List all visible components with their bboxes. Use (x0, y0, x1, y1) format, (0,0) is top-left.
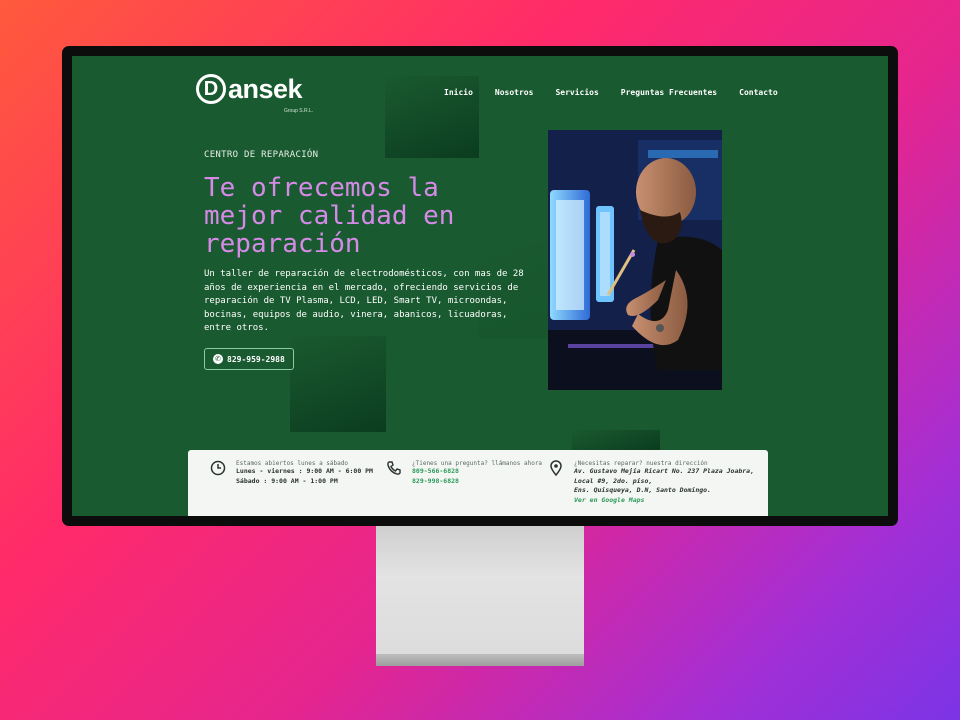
decor-tile (290, 336, 386, 432)
nav-item-preguntas[interactable]: Preguntas Frecuentes (621, 88, 717, 97)
hero-eyebrow: CENTRO DE REPARACIÓN (204, 150, 319, 160)
whatsapp-call-label: 829-959-2988 (227, 354, 285, 364)
hours-weekdays: Lunes - viernes : 9:00 AM - 6:00 PM (236, 467, 373, 475)
address-block: ¿Necesitas reparar? nuestra dirección Av… (548, 460, 754, 505)
nav-item-contacto[interactable]: Contacto (739, 88, 778, 97)
hero-headline: Te ofrecemos la mejor calidad en reparac… (204, 173, 455, 259)
clock-icon (210, 460, 228, 486)
address-line-2: Local #9, 2do. piso, (574, 476, 653, 485)
contact-block: ¿Tienes una pregunta? llámanos ahora 809… (386, 460, 542, 486)
nav-item-inicio[interactable]: Inicio (444, 88, 473, 97)
hero-description: Un taller de reparación de electrodomést… (204, 269, 524, 333)
whatsapp-call-button[interactable]: ✆ 829-959-2988 (204, 348, 294, 370)
hours-saturday: Sábado : 9:00 AM - 1:00 PM (236, 476, 338, 485)
monitor-frame: D ansek Group S.R.L. Inicio Nosotros Ser… (62, 46, 898, 526)
map-pin-icon (548, 460, 566, 505)
logo-mark: D (196, 74, 226, 104)
logo-subtitle: Group S.R.L. (284, 108, 314, 114)
decor-tile (572, 430, 660, 450)
monitor-stand (376, 526, 584, 654)
technician-photo (548, 130, 722, 390)
address-title: ¿Necesitas reparar? nuestra dirección (574, 460, 708, 467)
hours-block: Estamos abiertos lunes a sábado Lunes - … (210, 460, 373, 486)
website-screen: D ansek Group S.R.L. Inicio Nosotros Ser… (72, 56, 888, 516)
brand-logo[interactable]: D ansek (196, 73, 303, 104)
google-maps-link[interactable]: Ver en Google Maps (574, 496, 754, 506)
whatsapp-icon: ✆ (213, 354, 223, 364)
hours-title: Estamos abiertos lunes a sábado (236, 460, 348, 467)
nav-item-nosotros[interactable]: Nosotros (495, 88, 534, 97)
contact-phone-2[interactable]: 829-998-6828 (412, 477, 542, 487)
address-line-1: Av. Gustavo Mejía Ricart No. 237 Plaza J… (574, 467, 755, 475)
main-nav: Inicio Nosotros Servicios Preguntas Frec… (444, 88, 800, 97)
logo-wordmark: ansek (228, 73, 303, 104)
contact-title: ¿Tienes una pregunta? llámanos ahora (412, 460, 543, 467)
address-line-3: Ens. Quisqueya, D.N, Santo Domingo. (574, 486, 711, 494)
contact-phone-1[interactable]: 809-566-6828 (412, 467, 542, 477)
monitor-stand-base (376, 654, 584, 666)
accent-dot (630, 252, 635, 257)
info-bar: Estamos abiertos lunes a sábado Lunes - … (188, 450, 768, 516)
nav-item-servicios[interactable]: Servicios (555, 88, 598, 97)
phone-icon (386, 460, 404, 486)
